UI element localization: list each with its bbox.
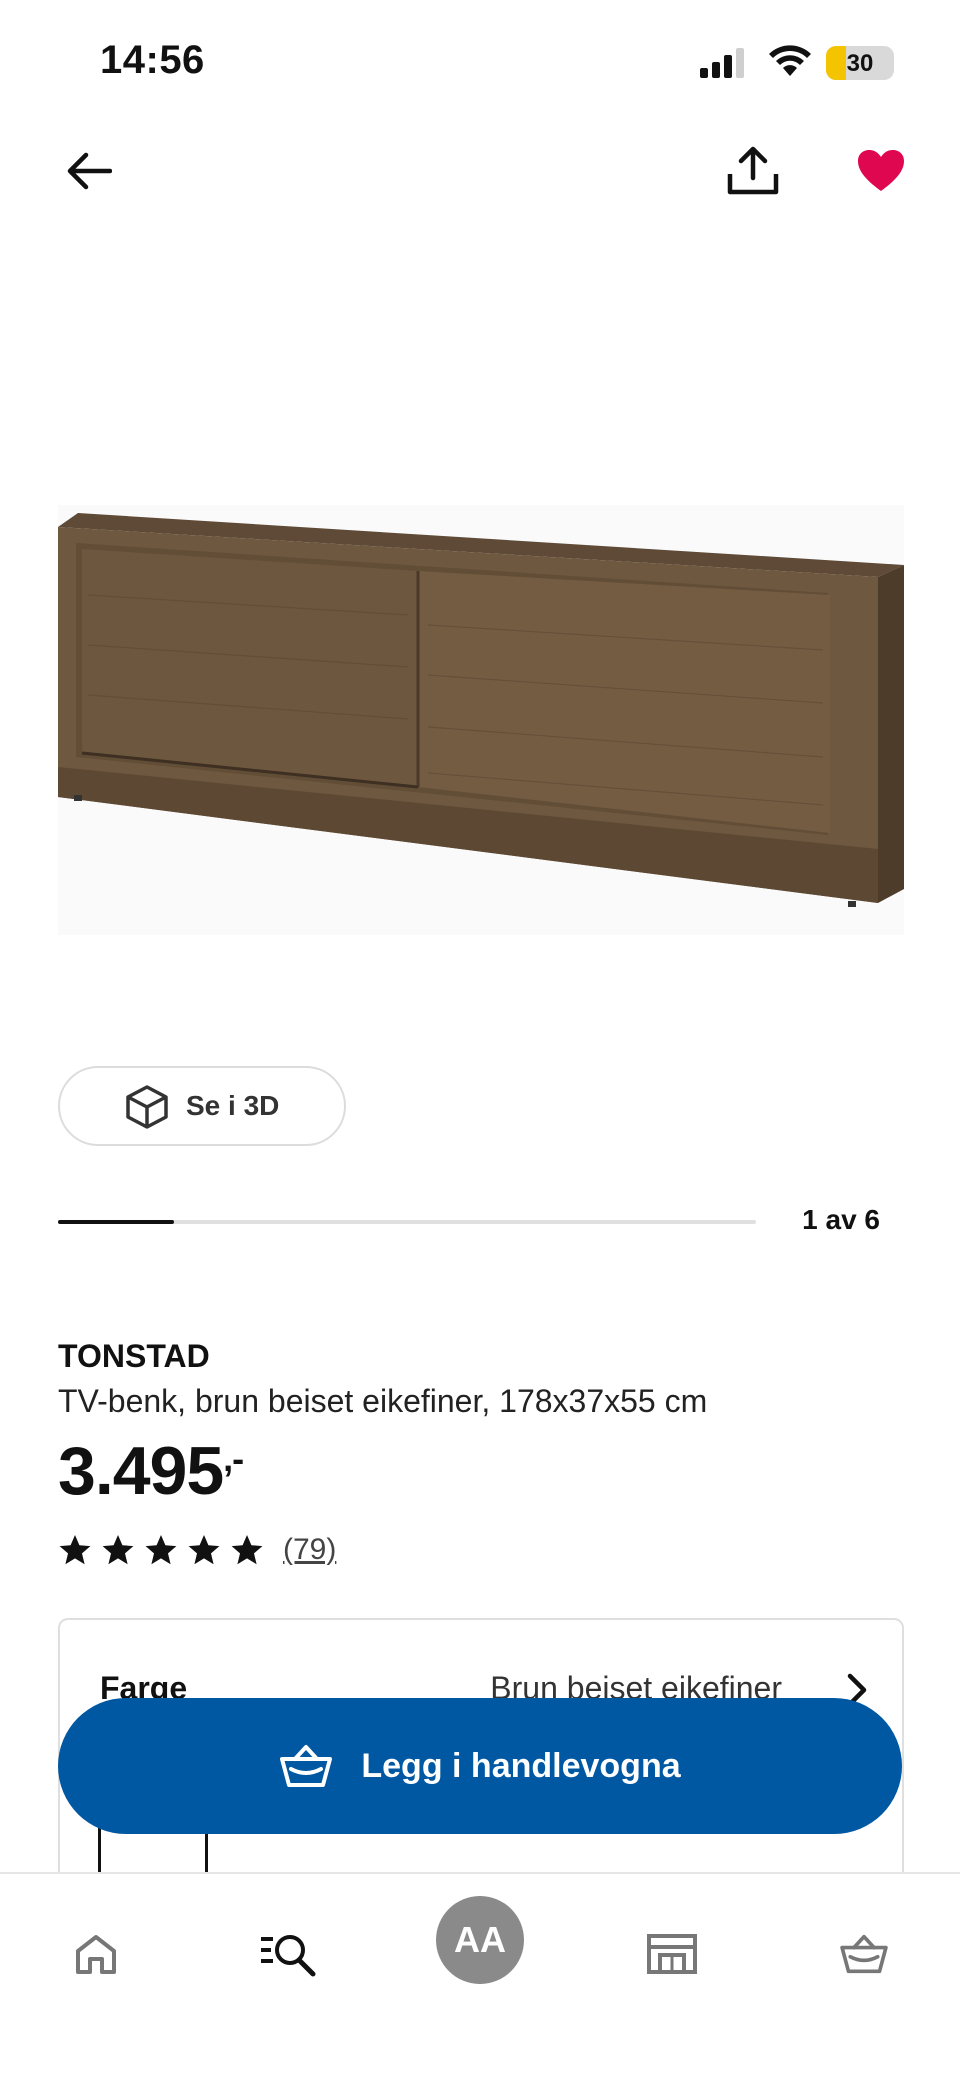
status-time: 14:56 [100,38,205,82]
add-to-cart-button[interactable]: Legg i handlevogna [58,1698,902,1834]
rating[interactable]: (79) [58,1530,336,1570]
cube-icon [126,1085,168,1129]
store-icon [647,1934,697,1974]
progress-fill [58,1220,175,1224]
view-3d-button[interactable]: Se i 3D [58,1066,346,1146]
star-icon [188,1535,220,1565]
view-3d-label: Se i 3D [186,1090,280,1121]
price-suffix: ,- [223,1438,244,1479]
search-icon [261,1935,316,1977]
battery-indicator: 30 [826,46,894,80]
status-bar: 14:56 30 [0,0,960,120]
price-value: 3.495 [58,1433,224,1509]
tab-cart[interactable] [824,1914,904,1994]
star-icon [59,1535,91,1565]
product-price: 3.495,- [58,1432,244,1510]
heart-filled-icon [858,150,904,191]
share-icon [727,146,779,195]
rating-stars [58,1533,273,1567]
product-description: TV-benk, brun beiset eikefiner, 178x37x5… [58,1383,708,1419]
star-icon [231,1535,263,1565]
progress-track [58,1220,756,1224]
nav-bar [0,130,960,210]
battery-level: 30 [846,50,874,77]
tab-search[interactable] [248,1914,328,1994]
back-button[interactable] [58,140,120,202]
tab-home[interactable] [56,1914,136,1994]
wifi-icon [769,45,811,76]
tab-stores[interactable] [632,1914,712,1994]
tab-profile[interactable]: AA [436,1896,524,1984]
cellular-signal-icon [700,48,744,78]
share-button[interactable] [718,136,788,206]
star-icon [102,1535,134,1565]
product-name: TONSTAD [58,1338,210,1374]
add-to-cart-label: Legg i handlevogna [361,1746,681,1785]
profile-initials: AA [454,1919,506,1960]
product-image[interactable] [58,505,904,935]
basket-icon [280,1745,333,1787]
home-icon [76,1935,116,1974]
basket-icon [840,1934,888,1974]
favorite-button[interactable] [850,140,912,202]
star-icon [145,1535,177,1565]
gallery-progress: 1 av 6 [58,1200,904,1250]
review-count[interactable]: (79) [283,1533,336,1567]
page-indicator: 1 av 6 [802,1204,880,1235]
bottom-tab-bar: AA [0,1872,960,2078]
arrow-left-icon [67,152,112,190]
